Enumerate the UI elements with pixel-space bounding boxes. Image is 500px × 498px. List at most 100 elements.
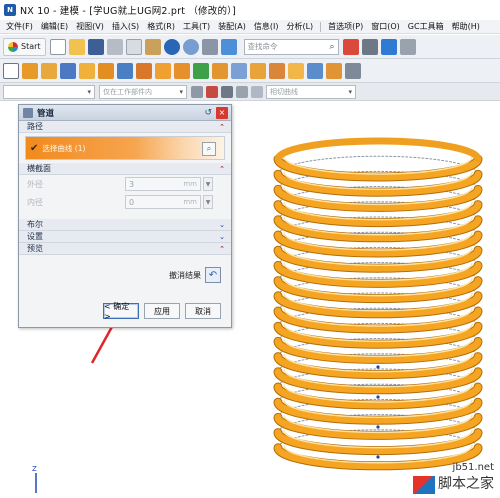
- menu-divider: [320, 21, 322, 32]
- inner-diameter-input[interactable]: 0 mm: [125, 195, 201, 209]
- save-icon[interactable]: [87, 38, 104, 55]
- cancel-button[interactable]: 取消: [185, 303, 221, 319]
- section-boolean[interactable]: 布尔 ⌄: [19, 219, 231, 231]
- filter-combo[interactable]: ▾: [3, 84, 95, 99]
- copy-icon[interactable]: [125, 38, 142, 55]
- chevron-down-icon: ▾: [87, 87, 91, 96]
- cut-icon[interactable]: [106, 38, 123, 55]
- axis-point: [376, 455, 380, 459]
- menu-help[interactable]: 帮助(H): [448, 21, 484, 32]
- inner-diameter-menu-icon[interactable]: ▼: [203, 195, 213, 209]
- menu-format[interactable]: 格式(R): [143, 21, 179, 32]
- section-path[interactable]: 路径 ⌃: [19, 121, 231, 133]
- menu-gc-toolkit[interactable]: GC工具箱: [404, 21, 448, 32]
- dialog-title-bar[interactable]: 管道 ↺ ×: [19, 105, 231, 121]
- feature-toolbar: [0, 59, 500, 83]
- unite-icon[interactable]: [136, 62, 152, 79]
- close-icon[interactable]: ×: [216, 106, 228, 119]
- view-orient-icon[interactable]: [380, 38, 397, 55]
- sketch-icon[interactable]: [3, 62, 19, 79]
- block-icon[interactable]: [60, 62, 76, 79]
- chevron-down-icon: ▾: [179, 87, 183, 96]
- repeat-command-icon[interactable]: [201, 38, 218, 55]
- revolve-icon[interactable]: [41, 62, 57, 79]
- more-features-icon[interactable]: [345, 62, 361, 79]
- menu-analysis[interactable]: 分析(L): [282, 21, 317, 32]
- paste-icon[interactable]: [144, 38, 161, 55]
- chamfer-icon[interactable]: [231, 62, 247, 79]
- snap-point-icon[interactable]: [191, 85, 203, 98]
- menu-window[interactable]: 窗口(O): [367, 21, 404, 32]
- watermark: jb51.net 脚本之家: [413, 461, 494, 494]
- select-curve-icon[interactable]: ⌕: [202, 142, 216, 156]
- dialog-button-row: < 确定 > 应用 取消: [19, 302, 231, 321]
- menu-edit[interactable]: 编辑(E): [37, 21, 72, 32]
- render-style-icon[interactable]: [361, 38, 378, 55]
- curve-rule-combo[interactable]: 相切曲线 ▾: [266, 84, 356, 99]
- pattern-icon[interactable]: [155, 62, 171, 79]
- search-icon: ⌕: [329, 41, 335, 52]
- box-select-icon[interactable]: [251, 85, 263, 98]
- new-file-icon[interactable]: [49, 38, 66, 55]
- ok-button[interactable]: < 确定 >: [103, 302, 139, 321]
- command-search-input[interactable]: 查找命令 ⌕: [243, 38, 339, 55]
- undo-result-icon[interactable]: ↶: [205, 267, 221, 283]
- start-button[interactable]: Start: [3, 37, 46, 56]
- datum-icon[interactable]: [193, 62, 209, 79]
- collapse-icon: ⌃: [219, 164, 225, 173]
- curve-select-icon[interactable]: [236, 85, 248, 98]
- edge-blend-icon[interactable]: [212, 62, 228, 79]
- tube-icon: [23, 107, 33, 118]
- reset-icon[interactable]: ↺: [204, 108, 212, 118]
- chevron-down-icon: ▾: [348, 87, 352, 96]
- menu-file[interactable]: 文件(F): [2, 21, 37, 32]
- select-curve-row[interactable]: ✔ 选择曲线 (1) ⌕: [25, 136, 225, 160]
- section-cross-section-label: 横截面: [27, 164, 51, 173]
- outer-diameter-unit: mm: [183, 180, 197, 188]
- extrude-icon[interactable]: [22, 62, 38, 79]
- scope-value: 仅在工作部件内: [103, 87, 152, 96]
- layer-icon[interactable]: [399, 38, 416, 55]
- axis-point: [376, 365, 380, 369]
- draft-icon[interactable]: [288, 62, 304, 79]
- check-icon: ✔: [30, 142, 39, 154]
- outer-diameter-value: 3: [129, 179, 135, 189]
- curve-rule-value: 相切曲线: [270, 87, 298, 96]
- standard-toolbar: Start 查找命令 ⌕: [0, 35, 500, 59]
- redo-icon[interactable]: [182, 38, 199, 55]
- outer-diameter-input[interactable]: 3 mm: [125, 177, 201, 191]
- apply-button[interactable]: 应用: [144, 303, 180, 319]
- menu-information[interactable]: 信息(I): [250, 21, 283, 32]
- section-cross-section[interactable]: 横截面 ⌃: [19, 163, 231, 175]
- cylinder-icon[interactable]: [79, 62, 95, 79]
- tube-dialog: 管道 ↺ × 路径 ⌃ ✔ 选择曲线 (1) ⌕ 横截面 ⌃ 外径 3 mm ▼…: [18, 104, 232, 328]
- outer-diameter-menu-icon[interactable]: ▼: [203, 177, 213, 191]
- menu-preferences[interactable]: 首选项(P): [324, 21, 367, 32]
- open-folder-icon[interactable]: [68, 38, 85, 55]
- nx-logo-icon: N: [4, 4, 16, 16]
- section-settings[interactable]: 设置 ⌄: [19, 231, 231, 243]
- scope-combo[interactable]: 仅在工作部件内 ▾: [99, 84, 187, 99]
- inner-diameter-label: 内径: [27, 197, 43, 207]
- menu-assembly[interactable]: 装配(A): [214, 21, 250, 32]
- intent-icon[interactable]: [206, 85, 218, 98]
- trim-body-icon[interactable]: [269, 62, 285, 79]
- menu-insert[interactable]: 插入(S): [108, 21, 143, 32]
- title-bar: N NX 10 - 建模 - [学UG就上UG网2.prt （修改的）]: [0, 0, 500, 20]
- hole-icon[interactable]: [98, 62, 114, 79]
- offset-face-icon[interactable]: [307, 62, 323, 79]
- boss-icon[interactable]: [117, 62, 133, 79]
- snap-grid-icon[interactable]: [342, 38, 359, 55]
- undo-icon[interactable]: [163, 38, 180, 55]
- rule-icon[interactable]: [221, 85, 233, 98]
- menu-tools[interactable]: 工具(T): [179, 21, 214, 32]
- section-boolean-label: 布尔: [27, 220, 43, 229]
- mirror-icon[interactable]: [174, 62, 190, 79]
- shell-icon[interactable]: [250, 62, 266, 79]
- section-path-label: 路径: [27, 122, 43, 131]
- window-icon[interactable]: [220, 38, 237, 55]
- menu-view[interactable]: 视图(V): [72, 21, 108, 32]
- split-body-icon[interactable]: [326, 62, 342, 79]
- watermark-url: jb51.net: [452, 461, 494, 473]
- section-preview[interactable]: 预览 ⌃: [19, 243, 231, 255]
